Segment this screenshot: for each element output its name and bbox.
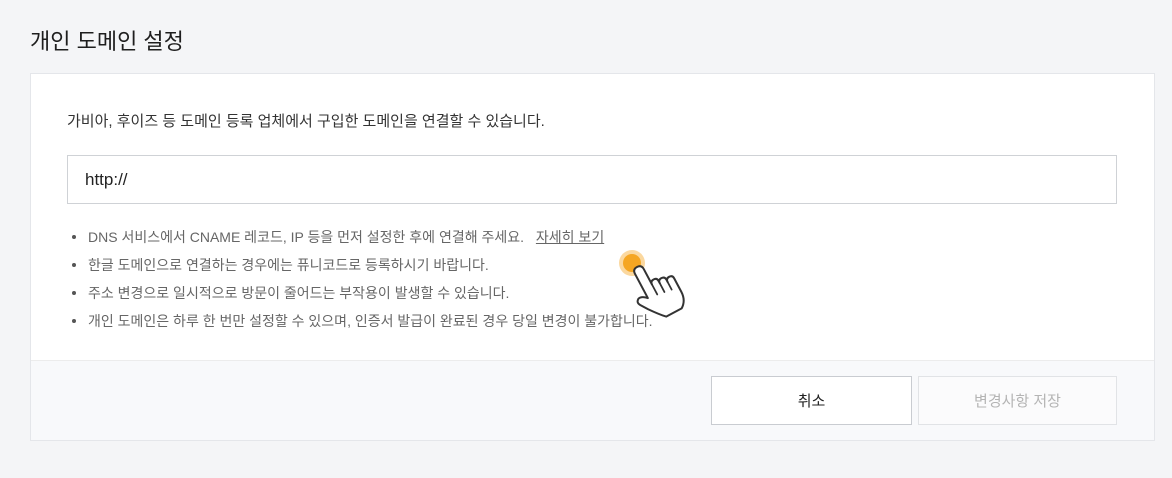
bullet-icon [72, 235, 76, 239]
cancel-button[interactable]: 취소 [711, 376, 912, 425]
save-changes-button[interactable]: 변경사항 저장 [918, 376, 1117, 425]
description-text: 가비아, 후이즈 등 도메인 등록 업체에서 구입한 도메인을 연결할 수 있습… [67, 113, 545, 130]
page-title: 개인 도메인 설정 [30, 29, 184, 54]
bullet-icon [72, 319, 76, 323]
note-text: DNS 서비스에서 CNAME 레코드, IP 등을 먼저 설정한 후에 연결해… [88, 229, 525, 245]
list-item: 주소 변경으로 일시적으로 방문이 줄어드는 부작용이 발생할 수 있습니다. [72, 279, 1112, 307]
domain-settings-card: 가비아, 후이즈 등 도메인 등록 업체에서 구입한 도메인을 연결할 수 있습… [30, 73, 1155, 441]
list-item: 개인 도메인은 하루 한 번만 설정할 수 있으며, 인증서 발급이 완료된 경… [72, 307, 1112, 335]
bullet-icon [72, 291, 76, 295]
learn-more-link[interactable]: 자세히 보기 [536, 229, 604, 245]
notes-list: DNS 서비스에서 CNAME 레코드, IP 등을 먼저 설정한 후에 연결해… [72, 223, 1112, 335]
note-text: 한글 도메인으로 연결하는 경우에는 퓨니코드로 등록하시기 바랍니다. [88, 257, 489, 273]
list-item: 한글 도메인으로 연결하는 경우에는 퓨니코드로 등록하시기 바랍니다. [72, 251, 1112, 279]
note-text: 주소 변경으로 일시적으로 방문이 줄어드는 부작용이 발생할 수 있습니다. [88, 285, 510, 301]
note-text: 개인 도메인은 하루 한 번만 설정할 수 있으며, 인증서 발급이 완료된 경… [88, 313, 653, 329]
card-footer: 취소 변경사항 저장 [31, 360, 1154, 440]
bullet-icon [72, 263, 76, 267]
list-item: DNS 서비스에서 CNAME 레코드, IP 등을 먼저 설정한 후에 연결해… [72, 223, 1112, 251]
domain-input[interactable] [67, 155, 1117, 204]
